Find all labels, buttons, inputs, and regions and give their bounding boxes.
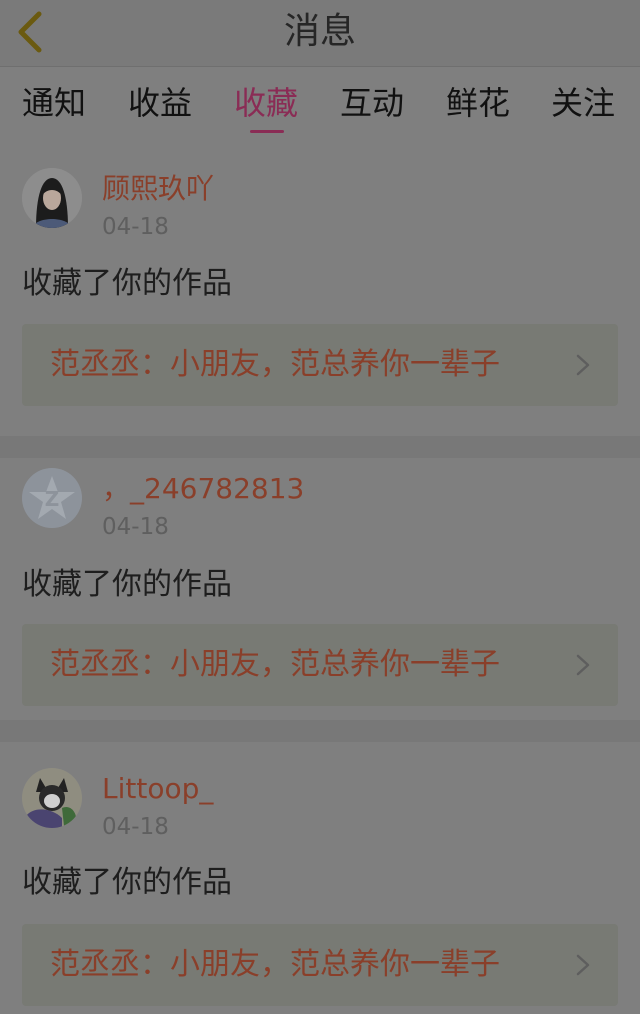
chevron-right-icon [576, 654, 590, 676]
timestamp: 04-18 [102, 214, 169, 240]
timestamp: 04-18 [102, 814, 169, 840]
cartoon-avatar-icon [22, 768, 82, 828]
avatar[interactable] [22, 768, 82, 828]
username[interactable]: ，_246782813 [102, 472, 304, 506]
notification-card: Z ，_246782813 04-18 收藏了你的作品 范丞丞：小朋友，范总养你… [0, 458, 640, 720]
action-text: 收藏了你的作品 [22, 865, 232, 900]
work-title: 范丞丞：小朋友，范总养你一辈子 [50, 647, 500, 682]
avatar[interactable] [22, 168, 82, 228]
top-nav-bar: 消息 [0, 0, 640, 67]
tab-bar: 通知 收益 收藏 互动 鲜花 关注 [0, 67, 640, 137]
notification-card: 顾熙玖吖 04-18 收藏了你的作品 范丞丞：小朋友，范总养你一辈子 [0, 140, 640, 436]
work-link[interactable]: 范丞丞：小朋友，范总养你一辈子 [22, 624, 618, 706]
work-title: 范丞丞：小朋友，范总养你一辈子 [50, 947, 500, 982]
username[interactable]: Littoop_ [102, 772, 213, 806]
photo-avatar-icon [22, 168, 82, 228]
svg-text:Z: Z [45, 487, 60, 511]
avatar[interactable]: Z [22, 468, 82, 528]
chevron-right-icon [576, 354, 590, 376]
tab-following[interactable]: 关注 [551, 83, 615, 123]
card-divider [0, 436, 640, 458]
action-text: 收藏了你的作品 [22, 266, 232, 301]
tab-notice[interactable]: 通知 [22, 83, 86, 123]
active-tab-indicator [250, 130, 284, 133]
card-divider [0, 720, 640, 742]
work-title: 范丞丞：小朋友，范总养你一辈子 [50, 347, 500, 382]
work-link[interactable]: 范丞丞：小朋友，范总养你一辈子 [22, 324, 618, 406]
tab-flowers[interactable]: 鲜花 [446, 83, 510, 123]
work-link[interactable]: 范丞丞：小朋友，范总养你一辈子 [22, 924, 618, 1006]
action-text: 收藏了你的作品 [22, 567, 232, 602]
tab-earnings[interactable]: 收益 [128, 83, 192, 123]
tab-interactions[interactable]: 互动 [340, 83, 404, 123]
page-title: 消息 [283, 11, 356, 52]
tab-favorites[interactable]: 收藏 [234, 83, 298, 123]
default-star-avatar-icon: Z [22, 468, 82, 528]
chevron-right-icon [576, 954, 590, 976]
timestamp: 04-18 [102, 514, 169, 540]
username[interactable]: 顾熙玖吖 [102, 172, 214, 206]
notification-card: Littoop_ 04-18 收藏了你的作品 范丞丞：小朋友，范总养你一辈子 [0, 742, 640, 1014]
